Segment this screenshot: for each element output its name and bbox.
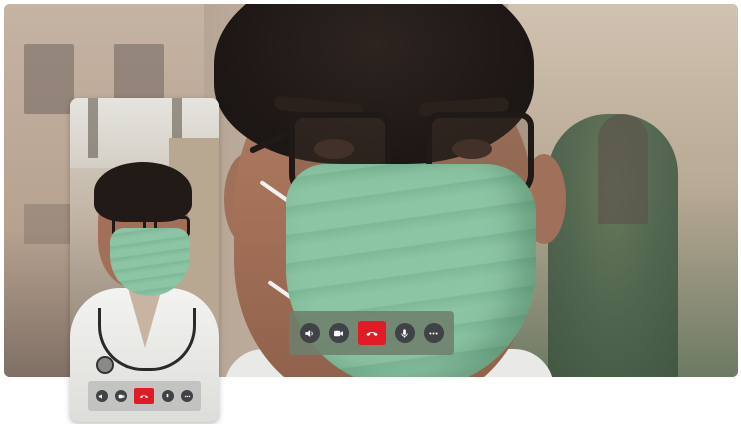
call-controls-bar xyxy=(289,311,454,355)
self-speaker-button[interactable] xyxy=(95,390,108,402)
glasses-bridge xyxy=(385,129,426,137)
self-camera-button[interactable] xyxy=(115,390,128,402)
microphone-button[interactable] xyxy=(394,323,415,343)
self-microphone-button[interactable] xyxy=(161,390,174,402)
background-window xyxy=(24,44,74,114)
microphone-icon xyxy=(166,393,169,397)
camera-button[interactable] xyxy=(328,323,349,343)
camera-icon xyxy=(118,394,124,398)
speaker-icon xyxy=(305,329,313,337)
end-call-button[interactable] xyxy=(357,321,386,345)
end-call-icon xyxy=(140,395,149,399)
self-end-call-button[interactable] xyxy=(134,388,155,404)
self-hair xyxy=(94,162,192,222)
camera-icon xyxy=(334,330,343,336)
microphone-icon xyxy=(401,328,408,338)
more-options-icon xyxy=(429,331,438,335)
background-arch xyxy=(598,114,648,224)
end-call-icon xyxy=(365,332,378,336)
self-more-options-button[interactable] xyxy=(181,390,194,402)
speaker-icon xyxy=(99,393,103,399)
self-background-tree xyxy=(88,98,98,158)
more-options-button[interactable] xyxy=(423,323,444,343)
more-options-icon xyxy=(184,395,190,397)
speaker-button[interactable] xyxy=(299,323,320,343)
self-video-preview[interactable] xyxy=(70,98,219,422)
stethoscope-bell xyxy=(96,356,114,374)
self-call-controls-bar xyxy=(88,381,201,411)
